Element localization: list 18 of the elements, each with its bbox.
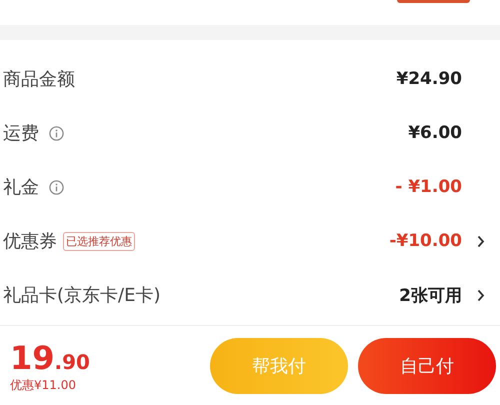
- row-value: -¥10.00: [389, 231, 462, 251]
- row-label: 礼金: [3, 176, 39, 199]
- row-value: ¥24.90: [396, 69, 462, 89]
- row-label: 商品金额: [3, 68, 75, 91]
- row-value: 2张可用: [399, 284, 462, 306]
- chevron-icon[interactable]: [477, 234, 485, 248]
- row-value: - ¥1.00: [395, 177, 462, 197]
- info-icon[interactable]: [49, 180, 64, 194]
- row-value: ¥6.00: [408, 123, 462, 143]
- row-label: 运费: [3, 122, 39, 145]
- tag: 已选推荐优惠: [63, 232, 135, 250]
- chevron-icon[interactable]: [477, 288, 485, 302]
- pay-button[interactable]: 自己付: [358, 338, 496, 394]
- row-label: 礼品卡(京东卡/E卡): [3, 284, 160, 307]
- saving-text: 优惠¥11.00: [10, 376, 77, 394]
- info-icon[interactable]: [49, 126, 64, 140]
- total-price: 19.90: [10, 338, 90, 376]
- row-label: 优惠券: [3, 230, 57, 253]
